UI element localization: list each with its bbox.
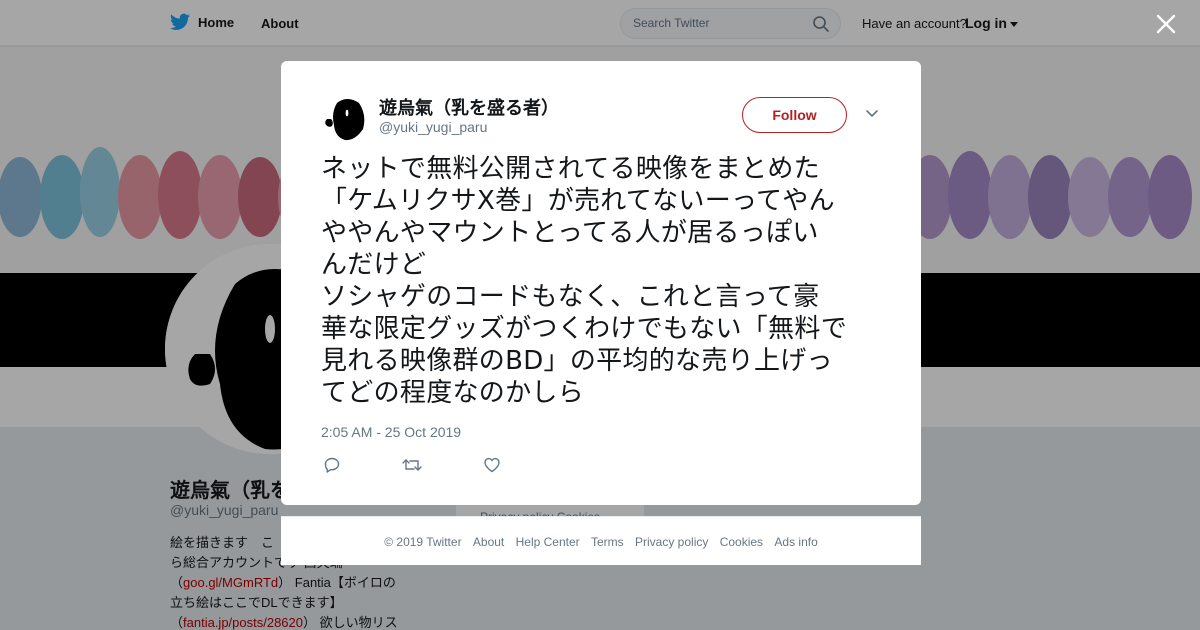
footer-link-help-center[interactable]: Help Center: [516, 535, 580, 549]
follow-button[interactable]: Follow: [742, 97, 847, 133]
footer-link-cookies[interactable]: Cookies: [720, 535, 763, 549]
avatar-silhouette-icon: [321, 93, 369, 141]
footer-link-privacy-policy[interactable]: Privacy policy: [635, 535, 708, 549]
retweet-icon[interactable]: [401, 456, 423, 474]
like-heart-icon[interactable]: [483, 456, 501, 474]
close-icon[interactable]: [1154, 12, 1178, 36]
footer-copyright: © 2019 Twitter: [384, 535, 462, 549]
footer-link-about[interactable]: About: [473, 535, 504, 549]
footer-link-terms[interactable]: Terms: [591, 535, 624, 549]
tweet-author-handle[interactable]: @yuki_yugi_paru: [379, 119, 487, 135]
tweet-modal: 遊烏氣（乳を盛る者） @yuki_yugi_paru Follow ネットで無料…: [281, 61, 921, 505]
tweet-author-name[interactable]: 遊烏氣（乳を盛る者）: [379, 94, 559, 120]
tweet-text: ネットで無料公開されてる映像をまとめた 「ケムリクサX巻」が売れてないーってやん…: [321, 154, 848, 408]
footer-link-ads-info[interactable]: Ads info: [774, 535, 817, 549]
tweet-author-avatar[interactable]: [321, 93, 369, 141]
chevron-down-icon[interactable]: [865, 109, 879, 119]
tweet-timestamp[interactable]: 2:05 AM - 25 Oct 2019: [321, 424, 461, 440]
reply-icon[interactable]: [323, 456, 341, 474]
modal-footer: © 2019 Twitter About Help Center Terms P…: [281, 516, 921, 565]
footer-links: © 2019 Twitter About Help Center Terms P…: [281, 535, 921, 549]
